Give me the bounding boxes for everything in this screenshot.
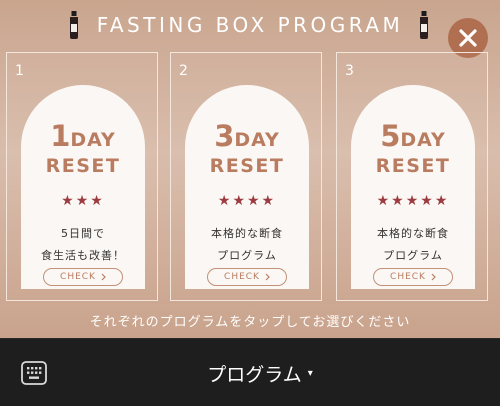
duration: 1DAY	[21, 119, 145, 153]
card-number: 3	[345, 63, 354, 79]
check-button[interactable]: CHECK	[373, 268, 453, 286]
card-arch: 5DAY RESET ★★★★★ 本格的な断食 プログラム CHECK	[351, 85, 475, 289]
duration: 3DAY	[185, 119, 309, 153]
card-number: 2	[179, 63, 188, 79]
program-panel: FASTING BOX PROGRAM 1 1DAY RESET ★★★ 5日間…	[0, 0, 500, 338]
chevron-right-icon	[431, 273, 436, 281]
program-card-5day[interactable]: 3 5DAY RESET ★★★★★ 本格的な断食 プログラム CHECK	[336, 52, 488, 301]
description-line: 本格的な断食	[377, 227, 449, 240]
star-rating: ★★★★	[217, 193, 277, 209]
card-number: 1	[15, 63, 24, 79]
bottle-icon	[70, 11, 78, 39]
header-title: FASTING BOX PROGRAM	[96, 13, 404, 37]
program-description: 本格的な断食 プログラム	[351, 223, 475, 267]
description-line: プログラム	[217, 249, 277, 262]
menu-toggle-button[interactable]: プログラム ▾	[170, 357, 350, 389]
check-label: CHECK	[224, 272, 260, 282]
reset-label: RESET	[45, 155, 121, 177]
check-label: CHECK	[60, 272, 96, 282]
description-line: プログラム	[383, 249, 443, 262]
description-line: 5日間で	[61, 227, 105, 240]
star-rating: ★★★	[61, 193, 105, 209]
duration-days: 3	[214, 119, 235, 153]
check-label: CHECK	[390, 272, 426, 282]
chevron-right-icon	[101, 273, 106, 281]
duration-days: 1	[50, 119, 71, 153]
card-arch: 3DAY RESET ★★★★ 本格的な断食 プログラム CHECK	[185, 85, 309, 289]
reset-label: RESET	[375, 155, 451, 177]
check-button[interactable]: CHECK	[207, 268, 287, 286]
menu-title-label: プログラム	[207, 363, 302, 386]
bottom-menu-bar: プログラム ▾	[0, 338, 500, 406]
caret-down-icon: ▾	[307, 367, 313, 379]
header: FASTING BOX PROGRAM	[0, 0, 500, 50]
keyboard-icon[interactable]	[20, 359, 48, 387]
chevron-right-icon	[265, 273, 270, 281]
program-description: 5日間で 食生活も改善！	[21, 223, 145, 267]
card-arch: 1DAY RESET ★★★ 5日間で 食生活も改善！ CHECK	[21, 85, 145, 289]
duration: 5DAY	[351, 119, 475, 153]
star-rating: ★★★★★	[376, 193, 450, 209]
description-line: 本格的な断食	[211, 227, 283, 240]
instruction-text: それぞれのプログラムをタップしてお選びください	[89, 315, 411, 330]
duration-unit: DAY	[234, 129, 280, 151]
program-card-3day[interactable]: 2 3DAY RESET ★★★★ 本格的な断食 プログラム CHECK	[170, 52, 322, 301]
close-icon	[459, 29, 477, 47]
reset-label: RESET	[209, 155, 285, 177]
program-cards: 1 1DAY RESET ★★★ 5日間で 食生活も改善！ CHECK 2 3D…	[0, 52, 500, 301]
duration-unit: DAY	[70, 129, 116, 151]
check-button[interactable]: CHECK	[43, 268, 123, 286]
duration-unit: DAY	[400, 129, 446, 151]
duration-days: 5	[380, 119, 401, 153]
program-description: 本格的な断食 プログラム	[185, 223, 309, 267]
description-line: 食生活も改善！	[41, 249, 125, 262]
bottle-icon	[420, 11, 428, 39]
program-card-1day[interactable]: 1 1DAY RESET ★★★ 5日間で 食生活も改善！ CHECK	[6, 52, 158, 301]
